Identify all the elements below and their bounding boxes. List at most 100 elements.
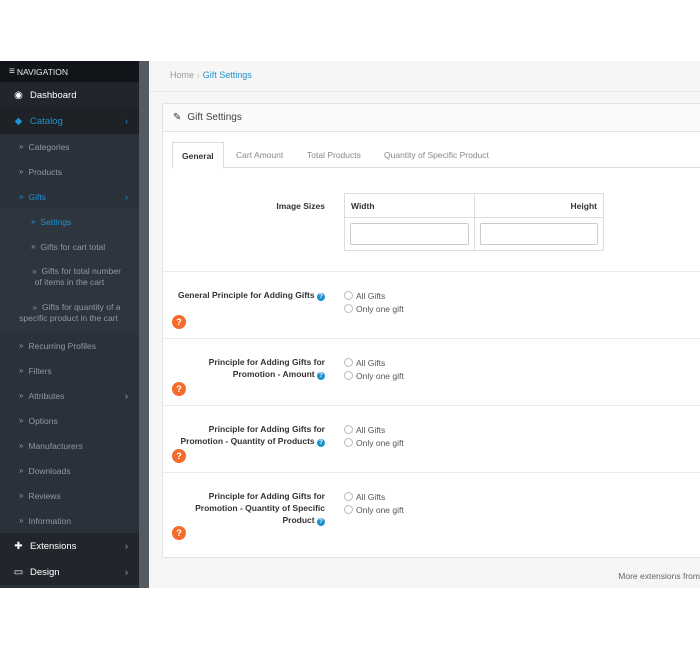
promotion-quantity-products-radio-group: All Gifts Only one gift: [344, 423, 404, 449]
general-principle-radio-group: All Gifts Only one gift: [344, 289, 404, 315]
tag-icon: ◆: [14, 115, 23, 127]
divider: [163, 338, 700, 339]
sidebar-item-label: Information: [28, 515, 71, 526]
settings-panel: ✎ Gift Settings General Cart Amount Tota…: [162, 103, 700, 558]
radio-only-one-gift[interactable]: [344, 505, 353, 514]
width-input[interactable]: [350, 223, 469, 245]
breadcrumb-separator-icon: ›: [197, 71, 200, 80]
help-question-icon[interactable]: ?: [172, 382, 186, 396]
breadcrumb-current[interactable]: Gift Settings: [203, 70, 252, 80]
sidebar-item-gifts-total-number[interactable]: » Gifts for total number of items in the …: [0, 259, 139, 296]
sidebar-item-information[interactable]: » Information: [0, 508, 139, 533]
sidebar-item-label: Gifts for quantity of a: [42, 302, 121, 312]
radio-only-one-gift[interactable]: [344, 438, 353, 447]
double-chevron-icon: »: [19, 441, 24, 450]
info-icon[interactable]: ?: [317, 293, 325, 301]
tab-total-products[interactable]: Total Products: [307, 142, 361, 168]
sidebar-item-label: Extensions: [30, 540, 77, 552]
double-chevron-icon: »: [19, 366, 24, 375]
monitor-icon: ▭: [13, 566, 24, 578]
dashboard-icon: ◉: [14, 89, 23, 101]
double-chevron-icon: »: [32, 267, 37, 276]
help-question-icon[interactable]: ?: [172, 315, 186, 329]
sidebar-item-extensions[interactable]: ✚ Extensions ›: [0, 533, 139, 559]
main-content: Home › Gift Settings ✎ Gift Settings Gener…: [149, 61, 700, 588]
chevron-right-icon: ›: [125, 541, 128, 551]
height-header: Height: [570, 201, 597, 211]
double-chevron-icon: »: [32, 303, 37, 312]
help-question-icon[interactable]: ?: [172, 526, 186, 540]
panel-heading: ✎ Gift Settings: [163, 104, 700, 132]
sidebar-item-options[interactable]: » Options: [0, 408, 139, 433]
sidebar-item-downloads[interactable]: » Downloads: [0, 458, 139, 483]
double-chevron-icon: »: [19, 391, 24, 400]
nav-header[interactable]: ≡ NAVIGATION: [0, 61, 139, 82]
radio-all-gifts[interactable]: [344, 492, 353, 501]
info-icon[interactable]: ?: [317, 518, 325, 526]
sidebar-item-label-line2: of items in the cart: [34, 277, 105, 287]
sidebar-item-gifts[interactable]: » Gifts ›: [0, 184, 139, 209]
sidebar-item-manufacturers[interactable]: » Manufacturers: [0, 433, 139, 458]
sidebar-item-label: Downloads: [28, 465, 71, 476]
sidebar-item-gifts-quantity[interactable]: » Gifts for quantity of a specific produc…: [0, 296, 139, 333]
general-principle-label: General Principle for Adding Gifts ?: [178, 289, 325, 301]
info-icon[interactable]: ?: [317, 439, 325, 447]
tab-general[interactable]: General: [172, 142, 224, 169]
chevron-right-icon: ›: [125, 191, 128, 202]
sidebar-item-label: Reviews: [28, 490, 61, 501]
sidebar-item-label: Filters: [28, 365, 52, 376]
sidebar-item-products[interactable]: » Products: [0, 159, 139, 184]
radio-label: Only one gift: [356, 370, 404, 381]
sidebar-item-design[interactable]: ▭ Design ›: [0, 559, 139, 585]
double-chevron-icon: »: [19, 142, 24, 151]
tab-bar: General Cart Amount Total Products Quant…: [172, 142, 700, 169]
promotion-amount-radio-group: All Gifts Only one gift: [344, 356, 404, 382]
sidebar-item-label: Catalog: [30, 115, 63, 127]
radio-only-one-gift[interactable]: [344, 304, 353, 313]
sidebar-item-attributes[interactable]: » Attributes ›: [0, 383, 139, 408]
height-input[interactable]: [479, 223, 598, 245]
radio-all-gifts[interactable]: [344, 291, 353, 300]
divider: [163, 472, 700, 473]
sidebar-item-reviews[interactable]: » Reviews: [0, 483, 139, 508]
sidebar-item-label: Gifts for cart total: [40, 241, 106, 252]
chevron-right-icon: ›: [125, 390, 128, 401]
nav-header-label: NAVIGATION: [16, 66, 69, 77]
sidebar-item-categories[interactable]: » Categories: [0, 134, 139, 159]
sidebar-item-dashboard[interactable]: ◉ Dashboard: [0, 82, 139, 108]
divider: [163, 405, 700, 406]
chevron-right-icon: ›: [125, 567, 128, 577]
sidebar-item-recurring[interactable]: » Recurring Profiles: [0, 333, 139, 358]
help-question-icon[interactable]: ?: [172, 449, 186, 463]
footer-text: More extensions from: [618, 571, 700, 581]
sidebar-item-gifts-cart-total[interactable]: » Gifts for cart total: [0, 234, 139, 259]
sidebar-item-settings[interactable]: » Settings: [0, 209, 139, 234]
tab-quantity-specific-product[interactable]: Quantity of Specific Product: [384, 142, 489, 168]
info-icon[interactable]: ?: [317, 372, 325, 380]
sidebar-item-label: Manufacturers: [28, 440, 83, 451]
sidebar-item-label: Options: [28, 415, 58, 426]
pencil-icon: ✎: [173, 112, 182, 123]
sidebar-item-label: Dashboard: [30, 89, 77, 101]
sidebar-item-label: Gifts for total number: [41, 266, 121, 276]
double-chevron-icon: »: [19, 416, 24, 425]
double-chevron-icon: »: [31, 217, 36, 226]
double-chevron-icon: »: [31, 242, 36, 251]
radio-all-gifts[interactable]: [344, 358, 353, 367]
promotion-quantity-specific-product-label: Principle for Adding Gifts for Promotion…: [195, 491, 325, 526]
tab-cart-amount[interactable]: Cart Amount: [236, 142, 283, 168]
sidebar-item-label: Settings: [40, 216, 72, 227]
radio-label: Only one gift: [356, 303, 404, 314]
radio-label: Only one gift: [356, 437, 404, 448]
radio-all-gifts[interactable]: [344, 425, 353, 434]
breadcrumb-home[interactable]: Home: [170, 70, 194, 80]
sidebar-item-catalog[interactable]: ◆ Catalog ›: [0, 108, 139, 134]
radio-only-one-gift[interactable]: [344, 371, 353, 380]
breadcrumb-divider: [149, 91, 700, 92]
radio-label: All Gifts: [356, 424, 386, 435]
sidebar-item-label: Gifts: [28, 191, 46, 202]
sidebar-item-filters[interactable]: » Filters: [0, 358, 139, 383]
sidebar-item-label-line2: specific product in the cart: [19, 313, 118, 323]
sidebar-scrollbar[interactable]: [139, 61, 149, 588]
image-sizes-table: Width Height: [344, 193, 604, 251]
